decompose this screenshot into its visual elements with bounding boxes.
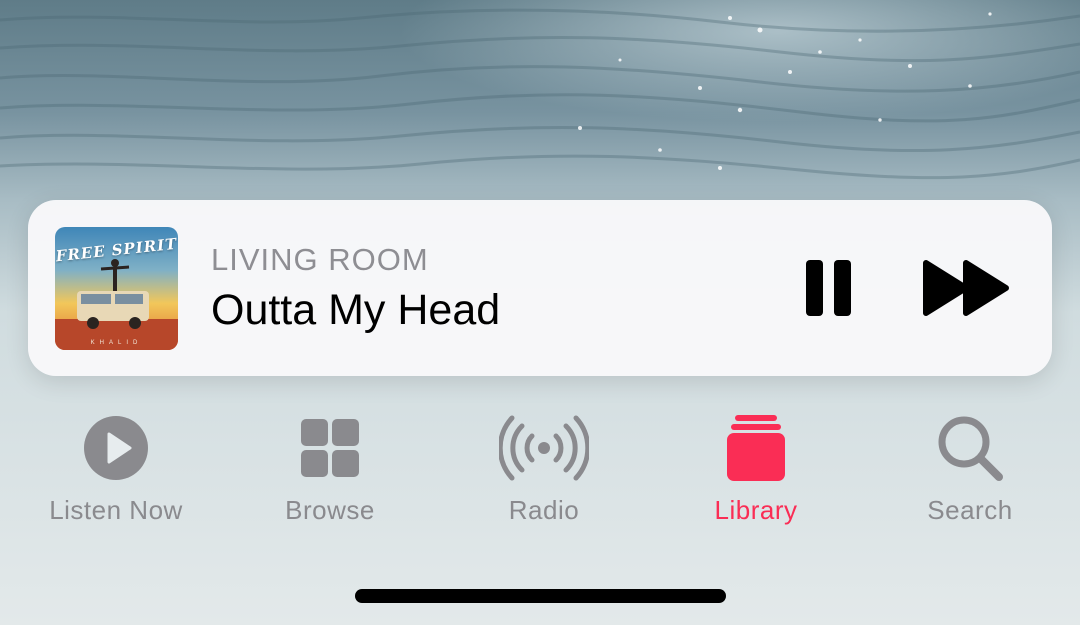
album-artist: KHALID bbox=[90, 340, 143, 346]
home-indicator[interactable] bbox=[355, 589, 726, 603]
library-stack-icon bbox=[721, 413, 791, 483]
tab-search[interactable]: Search bbox=[862, 405, 1078, 535]
play-circle-icon bbox=[81, 413, 151, 483]
tab-browse[interactable]: Browse bbox=[222, 405, 438, 535]
tab-label-search: Search bbox=[927, 495, 1013, 525]
skip-forward-button[interactable] bbox=[918, 255, 1014, 321]
tab-library[interactable]: Library bbox=[648, 405, 864, 535]
track-title: Outta My Head bbox=[211, 286, 501, 334]
tab-label-browse: Browse bbox=[285, 495, 375, 525]
album-artwork[interactable]: FREE SPIRIT KHALID bbox=[55, 227, 178, 350]
tab-label-radio: Radio bbox=[508, 495, 580, 525]
grid-icon bbox=[295, 413, 365, 483]
tab-bar: Listen Now Browse Radio Library Search bbox=[0, 405, 1080, 535]
tab-label-library: Library bbox=[714, 495, 798, 525]
tab-radio[interactable]: Radio bbox=[436, 405, 652, 535]
mini-player[interactable]: FREE SPIRIT KHALID LIVING ROOM Outta My … bbox=[28, 200, 1052, 376]
fast-forward-icon bbox=[923, 260, 1009, 316]
app-screen: FREE SPIRIT KHALID LIVING ROOM Outta My … bbox=[0, 0, 1080, 625]
radio-waves-icon bbox=[499, 413, 589, 483]
tab-listen-now[interactable]: Listen Now bbox=[8, 405, 224, 535]
magnifier-icon bbox=[935, 413, 1005, 483]
pause-button[interactable] bbox=[798, 255, 858, 321]
playback-device-label: LIVING ROOM bbox=[211, 242, 429, 277]
tab-label-listen-now: Listen Now bbox=[49, 495, 183, 525]
